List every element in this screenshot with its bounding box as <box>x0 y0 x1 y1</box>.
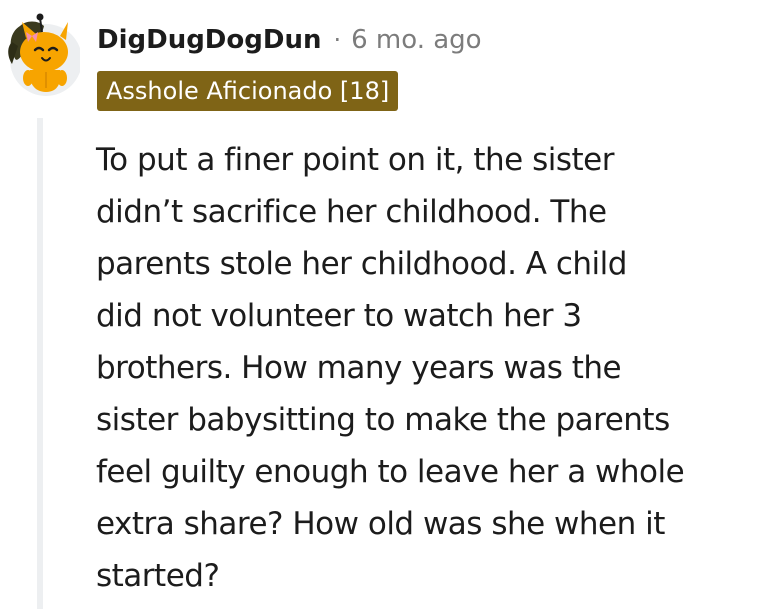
thread-collapse-line[interactable] <box>37 118 43 609</box>
meta-separator: · <box>333 26 342 54</box>
comment-timestamp[interactable]: 6 mo. ago <box>351 25 481 55</box>
user-flair-badge: Asshole Aficionado [18] <box>97 71 399 111</box>
comment-header: DigDugDogDun · 6 mo. ago <box>97 22 482 58</box>
comment-text: To put a finer point on it, the sister d… <box>96 142 685 594</box>
avatar[interactable] <box>4 12 82 100</box>
username-link[interactable]: DigDugDogDun <box>97 25 321 55</box>
snoo-avatar-icon <box>8 13 82 96</box>
